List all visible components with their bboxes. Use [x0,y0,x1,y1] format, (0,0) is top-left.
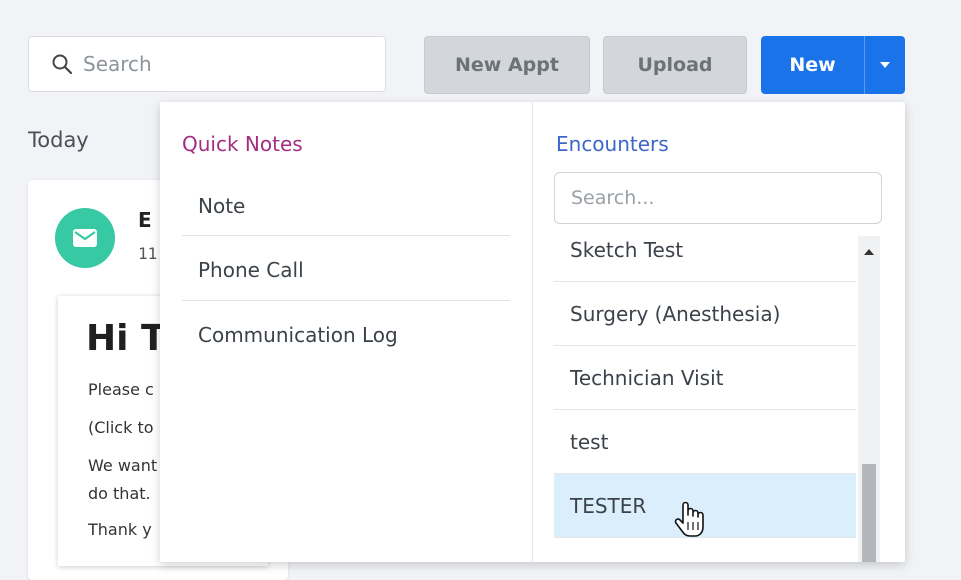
hand-pointer-cursor-icon [674,500,704,538]
new-appt-button[interactable]: New Appt [424,36,590,94]
encounters-search-input[interactable] [571,187,861,209]
email-time: 11 [138,244,158,263]
email-heading: Hi T [86,318,166,359]
quick-note-item-note[interactable]: Note [182,194,510,218]
email-line: Please c [88,380,154,399]
scroll-up-arrow-icon[interactable] [858,242,880,262]
quick-note-item-phone-call[interactable]: Phone Call [182,258,510,282]
caret-down-icon [880,62,890,68]
new-button[interactable]: New [761,36,864,94]
encounter-item-technician-visit[interactable]: Technician Visit [554,346,856,410]
email-line: (Click to [88,418,154,437]
encounters-heading: Encounters [556,132,669,156]
search-box[interactable] [28,36,386,92]
search-icon [51,53,73,75]
column-divider [532,102,533,562]
quick-notes-heading: Quick Notes [182,132,303,156]
email-line: Thank y [88,520,152,539]
new-dropdown-toggle[interactable] [864,36,905,94]
scrollbar-thumb[interactable] [862,464,876,562]
encounter-item-test[interactable]: test [554,410,856,474]
encounters-scrollbar[interactable] [858,236,880,562]
divider [182,235,510,236]
encounter-item-sketch-test[interactable]: Sketch Test [554,236,856,282]
encounters-list: Sketch Test Surgery (Anesthesia) Technic… [554,236,856,562]
encounter-item-surgery-anesthesia[interactable]: Surgery (Anesthesia) [554,282,856,346]
email-line: do that. [88,484,151,503]
divider [182,300,510,301]
email-line: We want [88,456,158,475]
search-input[interactable] [83,52,343,76]
email-sender: E [138,208,152,232]
section-label-today: Today [28,128,89,152]
encounters-search-box[interactable] [554,172,882,224]
upload-button[interactable]: Upload [603,36,747,94]
quick-note-item-communication-log[interactable]: Communication Log [182,323,510,347]
mail-icon [55,208,115,268]
new-dropdown-menu: Quick Notes Note Phone Call Communicatio… [160,102,905,562]
encounter-item-tester[interactable]: TESTER [554,474,856,538]
